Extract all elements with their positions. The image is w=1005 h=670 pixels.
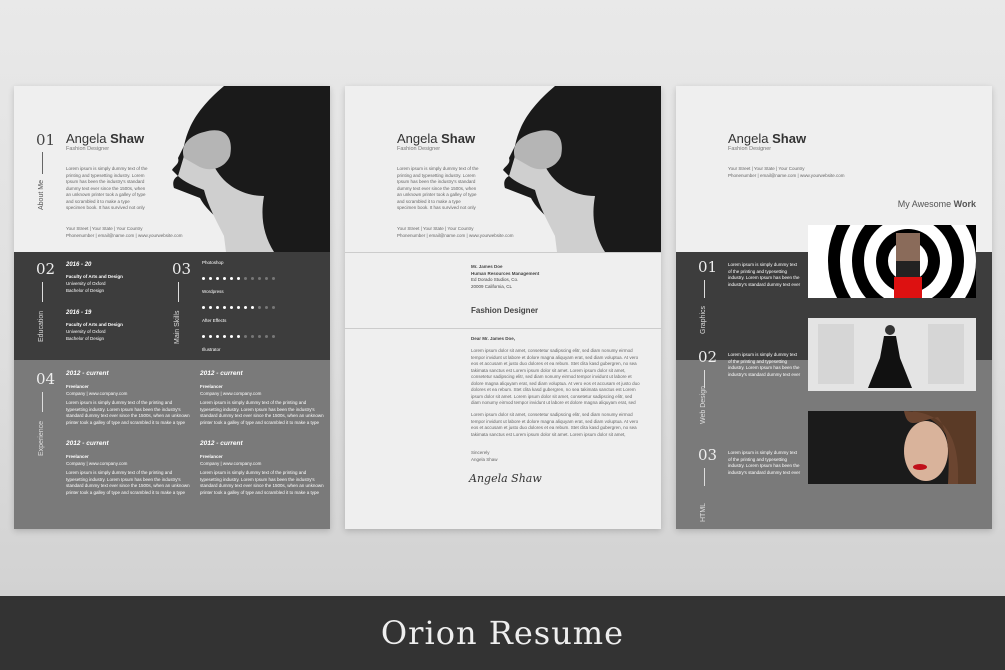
resume-page: 01 About Me Angela Shaw Fashion Designer… bbox=[14, 86, 330, 529]
experience-company: Company | www.company.com bbox=[200, 460, 262, 466]
portrait-photo bbox=[495, 86, 661, 252]
skill-label: Wordpress bbox=[202, 289, 224, 294]
closing-name: Angela Shaw bbox=[471, 457, 498, 462]
person-name: Angela Shaw bbox=[66, 131, 145, 146]
person-title: Fashion Designer bbox=[728, 146, 772, 152]
degree: Bachelor of Design bbox=[66, 288, 105, 293]
contact: Phonenumber | email@name.com | www.yourw… bbox=[397, 233, 514, 238]
skill-label: After Effects bbox=[202, 318, 227, 323]
experience-section: 04 Experience 2012 - current Freelancer Co… bbox=[14, 360, 330, 529]
skill-item: After Effects bbox=[202, 318, 279, 343]
portfolio-page: Angela Shaw Fashion Designer Your Street… bbox=[676, 86, 992, 529]
experience-description: Lorem ipsum is simply dummy text of the … bbox=[66, 400, 190, 425]
divider bbox=[42, 152, 43, 174]
letter-heading: Fashion Designer bbox=[471, 306, 539, 315]
section-number: 04 bbox=[36, 370, 56, 388]
footer-title: Orion Resume bbox=[380, 614, 625, 652]
section-number: 02 bbox=[36, 260, 56, 278]
person-title: Fashion Designer bbox=[397, 146, 441, 152]
divider bbox=[704, 280, 705, 298]
divider bbox=[42, 392, 43, 412]
experience-years: 2012 - current bbox=[66, 440, 109, 447]
experience-description: Lorem ipsum is simply dummy text of the … bbox=[200, 470, 324, 495]
experience-years: 2012 - current bbox=[200, 370, 243, 377]
address: Your Street | Your State | Your Country bbox=[397, 226, 474, 231]
divider bbox=[178, 282, 179, 302]
work-category: Graphics bbox=[700, 305, 707, 334]
work-description: Lorem ipsum is simply dummy text of the … bbox=[728, 262, 801, 287]
greeting: Dear Mr. James Doe, bbox=[471, 336, 516, 341]
experience-years: 2012 - current bbox=[66, 370, 109, 377]
section-number: 03 bbox=[172, 260, 192, 278]
university: University of Oxford bbox=[66, 281, 106, 286]
experience-entry: 2012 - current Freelancer Company | www.co… bbox=[200, 440, 324, 496]
divider bbox=[345, 328, 661, 329]
divider bbox=[42, 282, 43, 302]
work-description: Lorem ipsum is simply dummy text of the … bbox=[728, 450, 801, 475]
recipient-block: Mr. James Doe Human Resources Management E… bbox=[471, 264, 539, 290]
education-years: 2016 - 19 bbox=[66, 310, 92, 316]
intro-text: Lorem ipsum is simply dummy text of the … bbox=[66, 166, 148, 212]
skill-label: Illustrator bbox=[202, 347, 221, 352]
experience-description: Lorem ipsum is simply dummy text of the … bbox=[200, 400, 324, 425]
letter-body: Lorem ipsum dolor sit amet, consetetur s… bbox=[471, 348, 640, 405]
letter-body: Lorem ipsum dolor sit amet, consetetur s… bbox=[471, 412, 639, 437]
footer-banner: Orion Resume bbox=[0, 596, 1005, 670]
experience-entry: 2012 - current Freelancer Company | www.co… bbox=[200, 370, 324, 426]
experience-entry: 2012 - current Freelancer Company | www.co… bbox=[66, 370, 190, 426]
intro-text: Lorem ipsum is simply dummy text of the … bbox=[397, 166, 479, 212]
section-label: About Me bbox=[38, 180, 45, 210]
divider bbox=[704, 468, 705, 486]
person-title: Fashion Designer bbox=[66, 146, 110, 152]
faculty: Faculty of Arts and Design bbox=[66, 274, 123, 279]
section-label: Main Skills bbox=[174, 310, 181, 344]
work-description: Lorem ipsum is simply dummy text of the … bbox=[728, 352, 801, 377]
work-title: My Awesome Work bbox=[897, 199, 976, 209]
section-number: 01 bbox=[36, 131, 56, 149]
work-number: 03 bbox=[698, 446, 718, 464]
work-category: Web Design bbox=[700, 385, 707, 424]
experience-description: Lorem ipsum is simply dummy text of the … bbox=[66, 470, 190, 495]
section-label: Experience bbox=[38, 420, 45, 456]
experience-years: 2012 - current bbox=[200, 440, 243, 447]
work-number: 01 bbox=[698, 258, 718, 276]
address: Your Street | Your State | Your Country bbox=[728, 166, 805, 171]
education-skills-section: 02 Education 2016 - 20 Faculty of Arts a… bbox=[14, 252, 330, 425]
university: University of Oxford bbox=[66, 329, 106, 334]
recipient-line: 20009 California, CL bbox=[471, 283, 513, 289]
skill-level-dots bbox=[202, 325, 279, 343]
work-thumb-web-design bbox=[808, 318, 976, 391]
degree: Bachelor of Design bbox=[66, 336, 105, 341]
work-category: HTML bbox=[700, 502, 707, 522]
skill-level-dots bbox=[202, 267, 279, 285]
experience-company: Company | www.company.com bbox=[66, 390, 128, 396]
portrait-photo bbox=[164, 86, 330, 252]
experience-company: Company | www.company.com bbox=[66, 460, 128, 466]
section-label: Education bbox=[38, 310, 45, 342]
closing: Sincerely bbox=[471, 450, 490, 455]
experience-entry: 2012 - current Freelancer Company | www.co… bbox=[66, 440, 190, 496]
experience-company: Company | www.company.com bbox=[200, 390, 262, 396]
work-number: 02 bbox=[698, 348, 718, 366]
address: Your Street | Your State | Your Country bbox=[66, 226, 143, 231]
divider bbox=[345, 252, 661, 253]
contact: Phonenumber | email@name.com | www.yourw… bbox=[728, 173, 845, 178]
education-years: 2016 - 20 bbox=[66, 262, 92, 268]
work-thumb-graphics bbox=[808, 225, 976, 298]
contact: Phonenumber | email@name.com | www.yourw… bbox=[66, 233, 183, 238]
skill-label: Photoshop bbox=[202, 260, 224, 265]
skill-item: Photoshop bbox=[202, 260, 279, 285]
signature: Angela Shaw bbox=[469, 472, 542, 485]
person-name: Angela Shaw bbox=[397, 131, 476, 146]
faculty: Faculty of Arts and Design bbox=[66, 322, 123, 327]
person-name: Angela Shaw bbox=[728, 131, 807, 146]
cover-letter-page: Angela Shaw Fashion Designer Lorem ipsum… bbox=[345, 86, 661, 529]
skill-item: Wordpress bbox=[202, 289, 279, 314]
skill-level-dots bbox=[202, 296, 279, 314]
work-thumb-html bbox=[808, 411, 976, 484]
